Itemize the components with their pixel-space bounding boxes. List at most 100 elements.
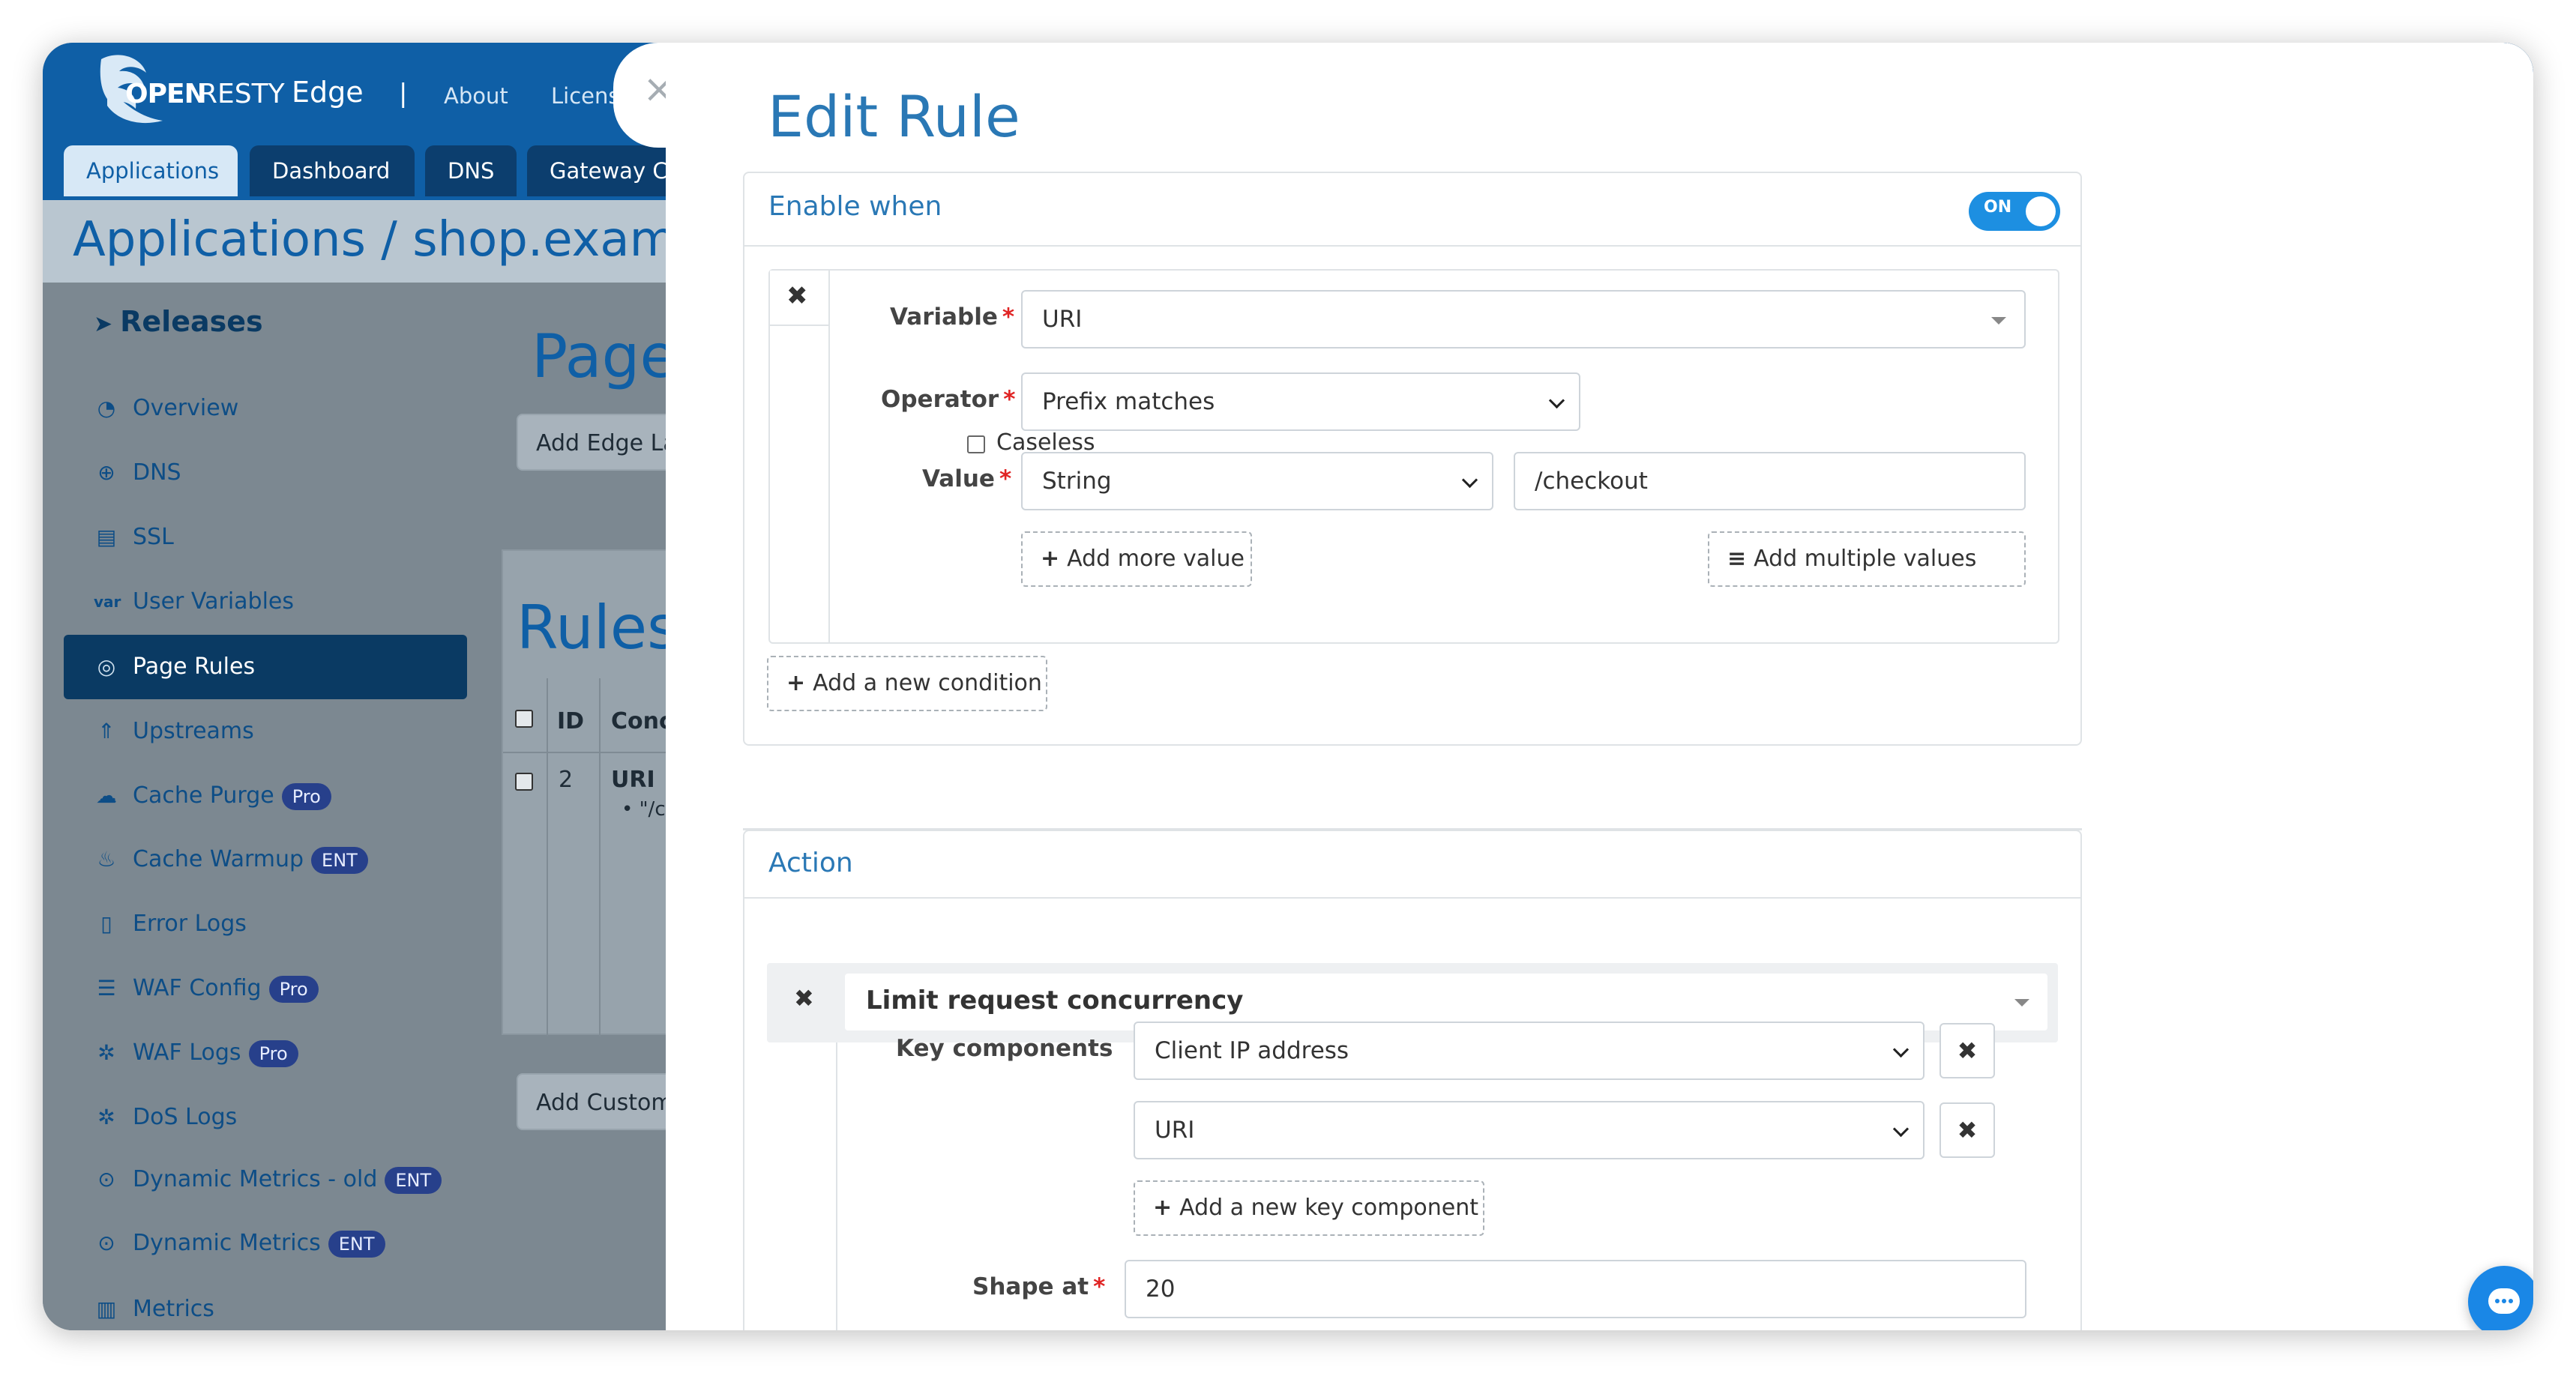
globe-icon: ⊕ [97,460,115,485]
action-panel: Action [743,830,2082,1330]
plus-icon: + [786,670,806,696]
sidebar-item-label: DNS [133,459,181,486]
key-component-select-1[interactable]: Client IP address [1134,1022,1925,1080]
add-condition-button[interactable]: + Add a new condition [767,656,1047,711]
sidebar-item-dos-logs[interactable]: ✲ DoS Logs [64,1085,467,1150]
value-type: String [1042,468,1112,495]
sidebar-item-label: Dynamic Metrics [133,1230,321,1256]
sidebar-item-error-logs[interactable]: ▯ Error Logs [64,892,467,956]
background-page-title: Page [532,322,677,391]
operator-value: Prefix matches [1042,388,1215,415]
gauge-icon: ◔ [97,396,116,420]
caret-down-icon [2014,999,2029,1007]
enable-when-title: Enable when [768,191,942,222]
chart-icon: ▥ [96,1297,117,1321]
nav-license-link[interactable]: Licens [551,83,620,109]
tab-applications[interactable]: Applications [64,145,238,196]
plus-icon: + [1041,546,1060,572]
upstream-icon: ⇑ [97,719,115,743]
row-id: 2 [559,767,574,793]
plan-badge: Pro [268,975,319,1003]
sidebar-item-label: Cache Warmup [133,846,304,872]
action-title: Action [768,848,853,878]
sidebar-item-waf-logs[interactable]: ✲ WAF Logs Pro [64,1021,467,1085]
add-multiple-values-button[interactable]: ≡ Add multiple values [1708,531,2026,587]
sidebar-item-waf-config[interactable]: ☰ WAF Config Pro [64,956,467,1021]
plan-badge: ENT [385,1166,442,1194]
value-type-select[interactable]: String [1021,452,1493,510]
certificate-icon: ▤ [96,525,117,549]
required-mark: * [1093,1273,1106,1300]
breadcrumb: Applications / shop.examp [73,212,707,268]
add-more-value-button[interactable]: + Add more value [1021,531,1252,587]
value-label: Value * [922,465,1011,492]
sidebar-item-upstreams[interactable]: ⇑ Upstreams [64,699,467,764]
remove-key-component-button[interactable]: ✖ [1939,1102,1995,1158]
key-component-value: Client IP address [1155,1037,1349,1064]
select-all-checkbox[interactable] [515,710,533,728]
toggle-knob [2026,196,2056,226]
remove-key-component-button[interactable]: ✖ [1939,1023,1995,1078]
sidebar-item-cache-warmup[interactable]: ♨ Cache Warmup ENT [64,827,467,892]
modal-title: Edit Rule [768,83,1020,150]
operator-label: Operator * [881,386,1015,413]
sidebar-heading-label: Releases [120,305,263,338]
add-key-component-button[interactable]: + Add a new key component [1134,1180,1484,1236]
shape-at-label-text: Shape at [972,1273,1089,1300]
browser-window: OPEN RESTY Edge | About Licens Applicati… [43,43,2533,1330]
sidebar-item-dns[interactable]: ⊕ DNS [64,441,467,505]
send-icon: ➤ [94,311,113,337]
sidebar-item-label: Page Rules [133,654,256,680]
caseless-checkbox[interactable] [967,435,985,453]
value-label-text: Value [922,465,995,492]
list-icon: ≡ [1727,546,1747,572]
value-input-text: /checkout [1535,468,1648,495]
variable-select[interactable]: URI [1021,290,2026,348]
add-condition-label: Add a new condition [813,670,1042,696]
sidebar-item-cache-purge[interactable]: ☁ Cache Purge Pro [64,764,467,828]
column-header-id: ID [557,708,585,734]
remove-icon: ✖ [1957,1116,1978,1144]
nav-about-link[interactable]: About [444,83,508,109]
plan-badge: ENT [328,1230,385,1258]
toggle-label: ON [1984,198,2012,217]
variable-label: Variable * [890,304,1014,331]
shape-at-input[interactable]: 20 [1125,1260,2026,1318]
sidebar-item-user-variables[interactable]: var User Variables [64,570,467,634]
key-component-select-2[interactable]: URI [1134,1101,1925,1159]
chat-dot [2502,1299,2506,1303]
sidebar-item-ssl[interactable]: ▤ SSL [64,505,467,570]
required-mark: * [999,465,1012,492]
brand-open: OPEN [125,79,207,109]
pin-icon: ⊙ [97,1167,115,1192]
sidebar-item-dynamic-metrics-old[interactable]: ⊙ Dynamic Metrics - old ENT [64,1147,467,1212]
value-input[interactable]: /checkout [1514,452,2026,510]
sidebar-item-metrics[interactable]: ▥ Metrics [64,1277,467,1330]
remove-condition-button[interactable]: ✖ [770,271,830,326]
add-multiple-values-label: Add multiple values [1754,546,1977,572]
sidebar-item-overview[interactable]: ◔ Overview [64,376,467,441]
tab-dashboard[interactable]: Dashboard [250,145,415,196]
condition-spine [828,325,830,644]
operator-select[interactable]: Prefix matches [1021,372,1580,431]
fire-icon: ♨ [97,847,116,872]
sidebar-item-label: SSL [133,524,174,550]
shape-at-label: Shape at * [972,1273,1105,1300]
tab-dns[interactable]: DNS [425,145,517,196]
plus-icon: + [1153,1195,1173,1221]
sidebar-item-dynamic-metrics[interactable]: ⊙ Dynamic Metrics ENT [64,1211,467,1276]
remove-action-icon[interactable]: ✖ [794,984,814,1013]
add-more-value-label: Add more value [1067,546,1245,572]
sidebar-item-label: DoS Logs [133,1104,238,1130]
table-divider [599,678,601,1036]
add-key-component-label: Add a new key component [1179,1195,1478,1221]
sidebar-item-page-rules[interactable]: ◎ Page Rules [64,635,467,699]
brand-edge: Edge [292,76,364,109]
enable-toggle[interactable]: ON [1969,192,2060,231]
row-checkbox[interactable] [515,773,533,791]
required-mark: * [1002,304,1015,331]
plan-badge: ENT [311,846,368,874]
nav-separator: | [399,79,408,109]
rules-icon: ◎ [97,654,116,679]
sidebar-heading-releases[interactable]: ➤ Releases [94,305,263,338]
